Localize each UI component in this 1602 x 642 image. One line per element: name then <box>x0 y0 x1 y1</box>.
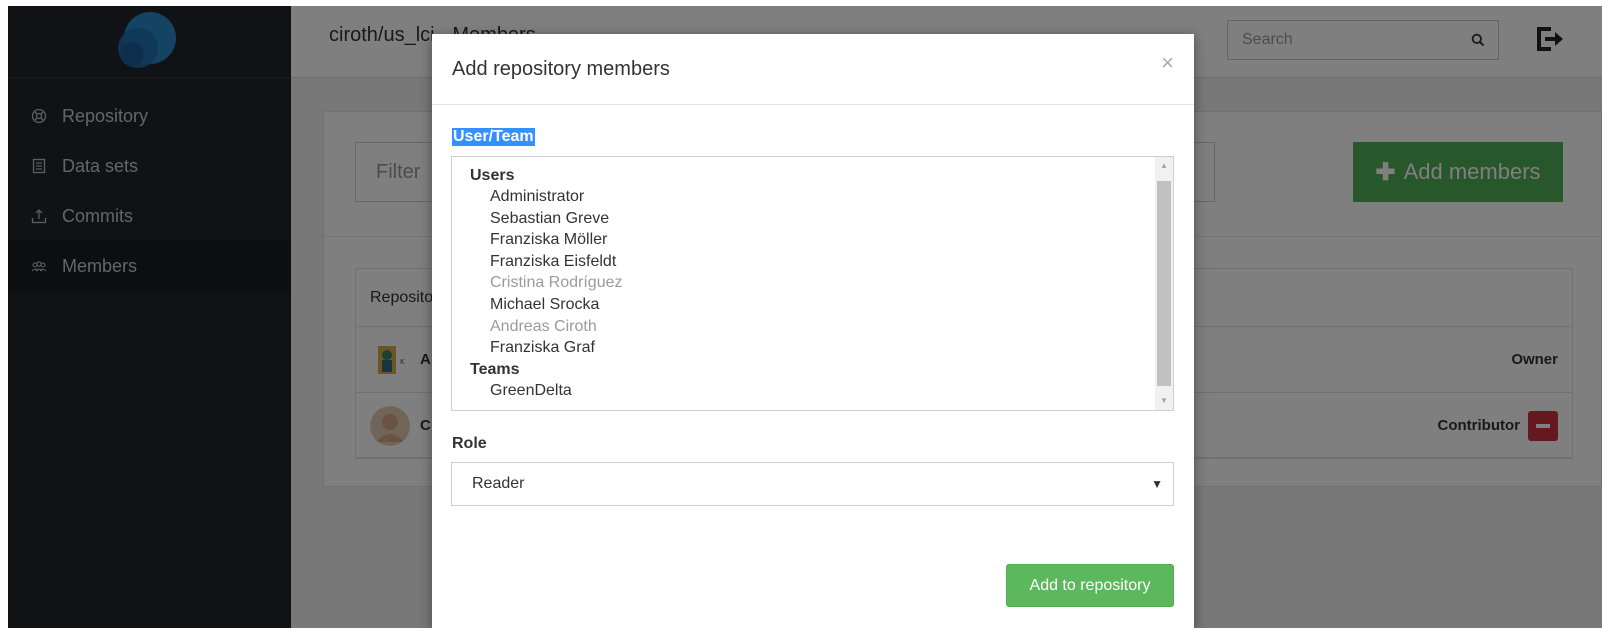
optgroup-users: Users <box>470 167 515 184</box>
modal-header: Add repository members × <box>432 34 1194 105</box>
list-item-disabled: Andreas Ciroth <box>490 317 597 335</box>
chevron-down-icon: ▼ <box>1151 477 1163 491</box>
list-scrollbar[interactable]: ▲ ▼ <box>1155 157 1173 410</box>
scroll-up-icon[interactable]: ▲ <box>1155 157 1173 175</box>
list-item[interactable]: Michael Srocka <box>452 294 1173 316</box>
optgroup-teams: Teams <box>470 360 520 378</box>
modal-title: Add repository members <box>452 58 670 80</box>
scrollbar-thumb[interactable] <box>1157 181 1171 386</box>
user-team-label: User/Team <box>452 128 535 146</box>
role-label: Role <box>452 435 487 452</box>
close-icon[interactable]: × <box>1161 52 1174 74</box>
list-item-disabled: Cristina Rodríguez <box>490 274 623 292</box>
add-members-modal: Add repository members × User/Team Users… <box>432 34 1194 628</box>
list-item[interactable]: Franziska Graf <box>452 337 1173 359</box>
list-item[interactable]: Franziska Eisfeldt <box>452 251 1173 273</box>
add-to-repository-button[interactable]: Add to repository <box>1006 564 1174 607</box>
role-select-value: Reader <box>472 475 525 492</box>
list-item[interactable]: Franziska Möller <box>452 229 1173 251</box>
user-team-select[interactable]: Users Administrator Sebastian Greve Fran… <box>451 156 1174 411</box>
app-window: Repository Data sets Commits Members <box>8 6 1602 628</box>
list-item[interactable]: Sebastian Greve <box>452 208 1173 230</box>
scroll-down-icon[interactable]: ▼ <box>1155 392 1173 410</box>
list-item[interactable]: GreenDelta <box>452 380 1173 402</box>
role-select[interactable]: Reader ▼ <box>451 462 1174 506</box>
list-item[interactable]: Administrator <box>452 186 1173 208</box>
